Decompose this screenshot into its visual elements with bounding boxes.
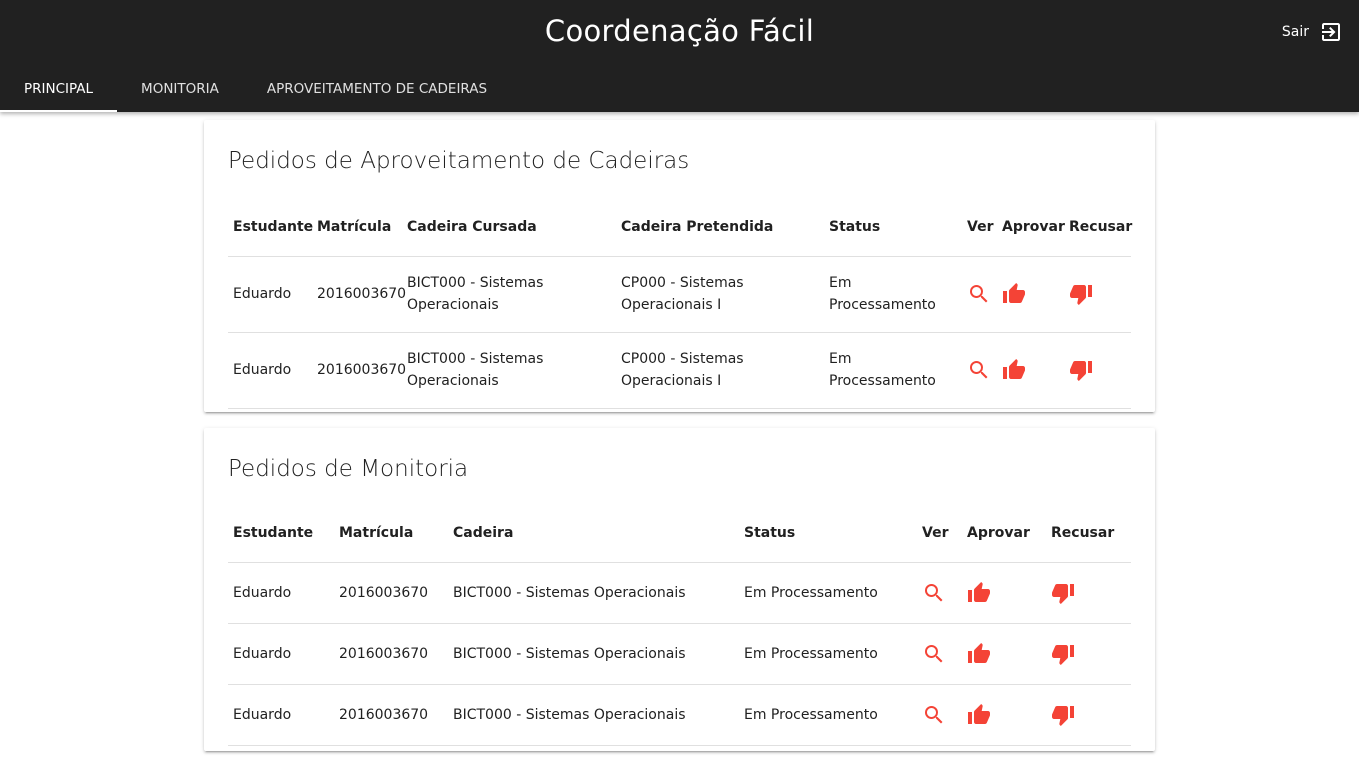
tab-principal[interactable]: Principal xyxy=(0,66,118,112)
cell-status: Em Processamento xyxy=(824,255,962,332)
cell-cadeira-cursada: BICT000 - Sistemas Operacionais xyxy=(402,331,616,409)
tab-aproveitamento[interactable]: Aproveitamento de Cadeiras xyxy=(243,66,511,112)
app-title: Coordenação Fácil xyxy=(544,14,815,48)
cell-matricula: 2016003670 xyxy=(334,561,448,623)
thumb-up-icon[interactable] xyxy=(967,581,991,605)
exit-to-app-icon xyxy=(1322,23,1340,41)
cell-cadeira-cursada: BICT000 - Sistemas Operacionais xyxy=(402,255,616,332)
aproveitamento-table: Estudante Matrícula Cadeira Cursada Cade… xyxy=(228,198,1133,409)
column-header-ver: Ver xyxy=(922,524,949,541)
table-row: Eduardo 2016003670 BICT000 - Sistemas Op… xyxy=(228,683,1131,746)
monitoria-title: Pedidos de Monitoria xyxy=(228,456,469,482)
thumb-down-icon[interactable] xyxy=(1051,703,1075,727)
table-row: Eduardo 2016003670 BICT000 - Sistemas Op… xyxy=(228,561,1131,623)
search-icon[interactable] xyxy=(967,282,991,306)
cell-matricula: 2016003670 xyxy=(334,683,448,746)
cell-status: Em Processamento xyxy=(739,561,917,623)
cell-estudante: Eduardo xyxy=(228,255,312,332)
cell-status: Em Processamento xyxy=(739,622,917,684)
cell-cadeira-pretendida: CP000 - Sistemas Operacionais I xyxy=(616,331,824,409)
column-header-cadeira-cursada: Cadeira Cursada xyxy=(407,218,537,235)
cell-cadeira: BICT000 - Sistemas Operacionais xyxy=(448,561,739,623)
thumb-down-icon[interactable] xyxy=(1051,642,1075,666)
table-row: Eduardo 2016003670 BICT000 - Sistemas Op… xyxy=(228,622,1131,684)
logout-label: Sair xyxy=(1281,24,1309,40)
table-header-row: Estudante Matrícula Cadeira Status Ver A… xyxy=(228,504,1131,562)
app-bar: Coordenação Fácil Sair Principal Monitor… xyxy=(0,0,1359,112)
aproveitamento-card: Pedidos de Aproveitamento de Cadeiras Es… xyxy=(204,120,1155,412)
thumb-down-icon[interactable] xyxy=(1069,358,1093,382)
column-header-ver: Ver xyxy=(967,218,994,235)
column-header-aprovar: Aprovar xyxy=(967,524,1030,541)
column-header-status: Status xyxy=(744,524,796,541)
cell-matricula: 2016003670 xyxy=(312,255,406,332)
search-icon[interactable] xyxy=(922,581,946,605)
cell-status: Em Processamento xyxy=(739,683,917,746)
column-header-aprovar: Aprovar xyxy=(1002,218,1065,235)
monitoria-table: Estudante Matrícula Cadeira Status Ver A… xyxy=(228,504,1131,746)
column-header-estudante: Estudante xyxy=(233,218,314,235)
cell-cadeira-pretendida: CP000 - Sistemas Operacionais I xyxy=(616,255,824,332)
column-header-recusar: Recusar xyxy=(1069,218,1133,235)
cell-cadeira: BICT000 - Sistemas Operacionais xyxy=(448,622,739,684)
thumb-up-icon[interactable] xyxy=(1002,358,1026,382)
tab-bar: Principal Monitoria Aproveitamento de Ca… xyxy=(0,66,511,112)
cell-matricula: 2016003670 xyxy=(312,331,406,409)
search-icon[interactable] xyxy=(922,703,946,727)
cell-estudante: Eduardo xyxy=(228,561,334,623)
search-icon[interactable] xyxy=(922,642,946,666)
cell-estudante: Eduardo xyxy=(228,331,312,409)
column-header-cadeira: Cadeira xyxy=(453,524,514,541)
logout-button[interactable]: Sair xyxy=(1282,20,1343,44)
cell-matricula: 2016003670 xyxy=(334,622,448,684)
thumb-up-icon[interactable] xyxy=(1002,282,1026,306)
thumb-down-icon[interactable] xyxy=(1051,581,1075,605)
cell-cadeira: BICT000 - Sistemas Operacionais xyxy=(448,683,739,746)
cell-estudante: Eduardo xyxy=(228,622,334,684)
column-header-matricula: Matrícula xyxy=(339,524,414,541)
thumb-up-icon[interactable] xyxy=(967,642,991,666)
monitoria-card: Pedidos de Monitoria Estudante Matrícula… xyxy=(204,428,1155,751)
column-header-estudante: Estudante xyxy=(233,524,314,541)
column-header-matricula: Matrícula xyxy=(317,218,392,235)
cell-status: Em Processamento xyxy=(824,331,962,409)
column-header-status: Status xyxy=(829,218,881,235)
column-header-cadeira-pretendida: Cadeira Pretendida xyxy=(621,218,774,235)
thumb-down-icon[interactable] xyxy=(1069,282,1093,306)
cell-estudante: Eduardo xyxy=(228,683,334,746)
thumb-up-icon[interactable] xyxy=(967,703,991,727)
aproveitamento-title: Pedidos de Aproveitamento de Cadeiras xyxy=(228,148,690,174)
table-header-row: Estudante Matrícula Cadeira Cursada Cade… xyxy=(228,198,1133,256)
search-icon[interactable] xyxy=(967,358,991,382)
table-row: Eduardo 2016003670 BICT000 - Sistemas Op… xyxy=(228,255,1131,332)
column-header-recusar: Recusar xyxy=(1051,524,1115,541)
table-row: Eduardo 2016003670 BICT000 - Sistemas Op… xyxy=(228,331,1131,409)
tab-monitoria[interactable]: Monitoria xyxy=(117,66,243,112)
